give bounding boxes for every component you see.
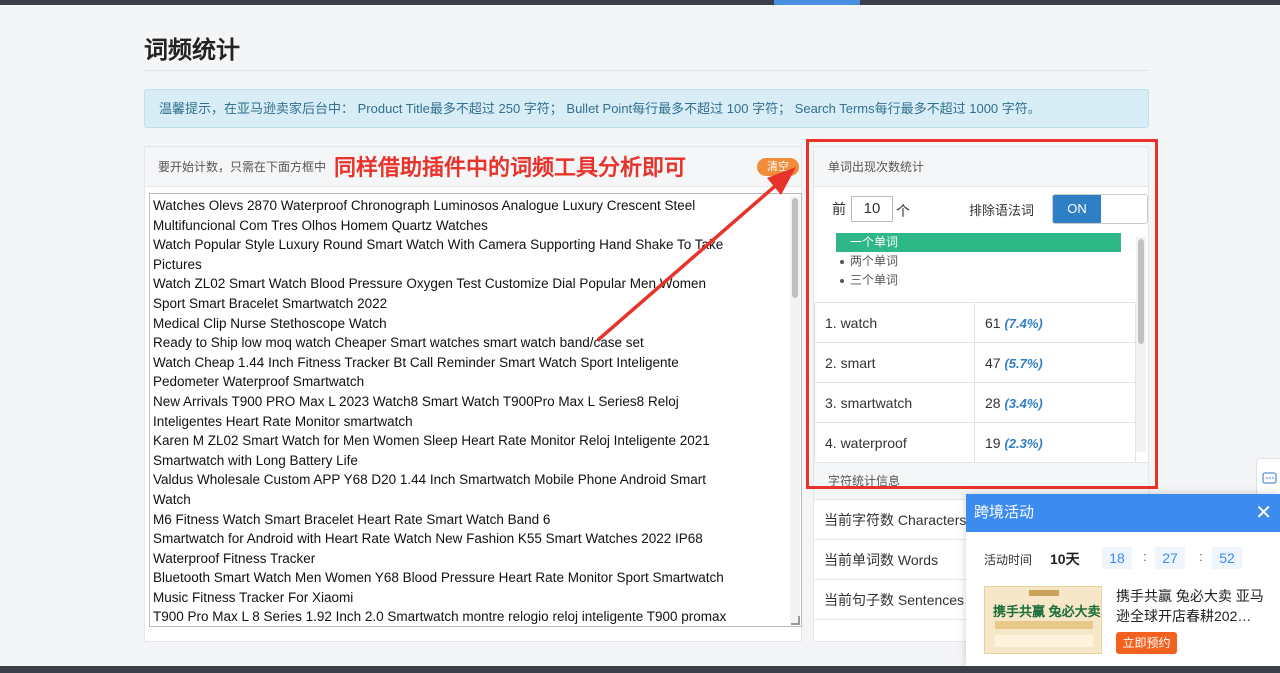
promo-popup: 跨境活动 ✕ 活动时间 10天 18 : 27 : 52 携手共赢 兔必大卖 携… bbox=[966, 494, 1280, 666]
textarea-content: Watches Olevs 2870 Waterproof Chronograp… bbox=[153, 196, 783, 626]
textarea-line: Waterproof Fitness Tracker bbox=[153, 550, 316, 566]
scrollbar-thumb[interactable] bbox=[792, 198, 798, 298]
top-nav-bar bbox=[0, 0, 1280, 5]
textarea-line: Watches Olevs 2870 Waterproof Chronograp… bbox=[153, 198, 696, 213]
banner-footer bbox=[995, 635, 1093, 647]
textarea-line: Watch bbox=[153, 491, 191, 507]
textarea-line: New Arrivals T900 PRO Max L 2023 Watch8 … bbox=[153, 393, 679, 409]
textarea-line: Music Fitness Tracker For Xiaomi bbox=[153, 589, 354, 605]
time-separator: : bbox=[1143, 549, 1147, 564]
textarea-line: Medical Clip Nurse Stethoscope Watch bbox=[153, 315, 387, 331]
annotation-text: 同样借助插件中的词频工具分析即可 bbox=[334, 155, 687, 180]
minutes-box: 27 bbox=[1155, 547, 1185, 569]
promo-text[interactable]: 携手共赢 兔必大卖 亚马逊全球开店春耕202… bbox=[1116, 586, 1266, 626]
seconds-box: 52 bbox=[1212, 547, 1242, 569]
chat-icon[interactable] bbox=[1256, 458, 1280, 498]
textarea-line: Valdus Wholesale Custom APP Y68 D20 1.44… bbox=[153, 472, 707, 488]
textarea-line: Smartwatch for Android with Heart Rate W… bbox=[153, 531, 703, 547]
time-separator: : bbox=[1199, 549, 1203, 564]
textarea-line: Pedometer Waterproof Smartwatch bbox=[153, 374, 365, 390]
top-nav-active-tab[interactable] bbox=[774, 0, 860, 5]
annotation-highlight-box bbox=[806, 139, 1158, 489]
textarea-line: Multifuncional Com Tres Olhos Homem Quar… bbox=[153, 217, 488, 233]
textarea-line: M6 Fitness Watch Smart Bracelet Heart Ra… bbox=[153, 511, 551, 527]
bottom-bar bbox=[0, 666, 1280, 673]
textarea-line: Watch Cheap 1.44 Inch Fitness Tracker Bt… bbox=[153, 354, 679, 370]
promo-banner-image[interactable]: 携手共赢 兔必大卖 bbox=[984, 586, 1102, 654]
textarea-line: T900 Pro Max L 8 Series 1.92 Inch 2.0 Sm… bbox=[153, 609, 727, 625]
textarea-line: Inteligentes Heart Rate Monitor smartwat… bbox=[153, 413, 413, 429]
textarea-line: Smartwatch with Long Battery Life bbox=[153, 452, 358, 468]
activity-time-label: 活动时间 bbox=[984, 553, 1033, 567]
tip-alert: 温馨提示，在亚马逊卖家后台中： Product Title最多不超过 250 字… bbox=[144, 89, 1149, 128]
banner-subtitle bbox=[995, 621, 1093, 629]
resize-handle[interactable] bbox=[791, 616, 800, 625]
page-title: 词频统计 bbox=[144, 37, 240, 64]
reserve-button[interactable]: 立即预约 bbox=[1116, 632, 1177, 654]
textarea-line: Ready to Ship low moq watch Cheaper Smar… bbox=[153, 335, 644, 351]
popup-title: 跨境活动 bbox=[974, 504, 1035, 521]
textarea-scrollbar[interactable] bbox=[790, 196, 800, 624]
input-panel-header-text: 要开始计数，只需在下面方框中 bbox=[158, 160, 327, 174]
textarea-line: Sport Smart Bracelet Smartwatch 2022 bbox=[153, 295, 388, 311]
textarea-line: Bluetooth Smart Watch Men Women Y68 Bloo… bbox=[153, 570, 724, 586]
keyword-textarea[interactable]: Watches Olevs 2870 Waterproof Chronograp… bbox=[149, 193, 802, 627]
divider bbox=[144, 70, 1149, 71]
input-panel: 要开始计数，只需在下面方框中 清空 Watches Olevs 2870 Wat… bbox=[144, 146, 802, 642]
popup-header: 跨境活动 ✕ bbox=[966, 494, 1280, 532]
textarea-line: Karen M ZL02 Smart Watch for Men Women S… bbox=[153, 433, 710, 449]
banner-logo bbox=[1029, 590, 1059, 596]
clear-button[interactable]: 清空 bbox=[757, 158, 799, 176]
days-remaining: 10天 bbox=[1050, 551, 1080, 567]
banner-title: 携手共赢 兔必大卖 bbox=[993, 604, 1101, 619]
hours-box: 18 bbox=[1102, 547, 1132, 569]
textarea-line: Watch Popular Style Luxury Round Smart W… bbox=[153, 237, 724, 253]
textarea-line: Watch ZL02 Smart Watch Blood Pressure Ox… bbox=[153, 276, 706, 292]
close-icon[interactable]: ✕ bbox=[1255, 494, 1272, 532]
textarea-line: Pictures bbox=[153, 256, 202, 272]
